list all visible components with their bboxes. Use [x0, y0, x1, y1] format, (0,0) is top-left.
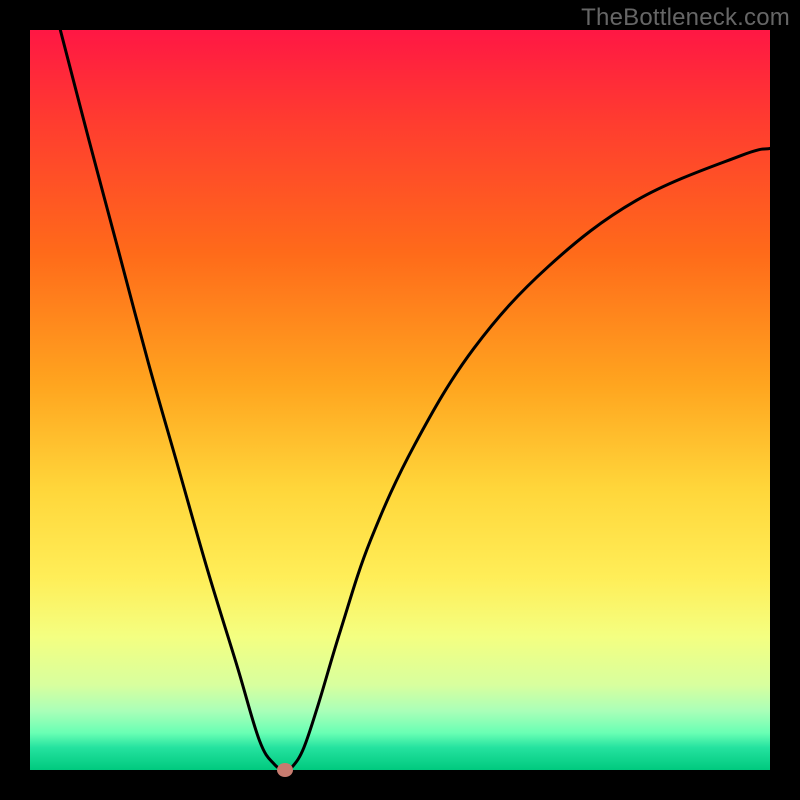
watermark-label: TheBottleneck.com: [581, 4, 790, 32]
optimal-marker: [277, 763, 293, 777]
plot-frame: [30, 30, 770, 770]
gradient-background: [30, 30, 770, 770]
bottleneck-plot: [30, 30, 770, 770]
